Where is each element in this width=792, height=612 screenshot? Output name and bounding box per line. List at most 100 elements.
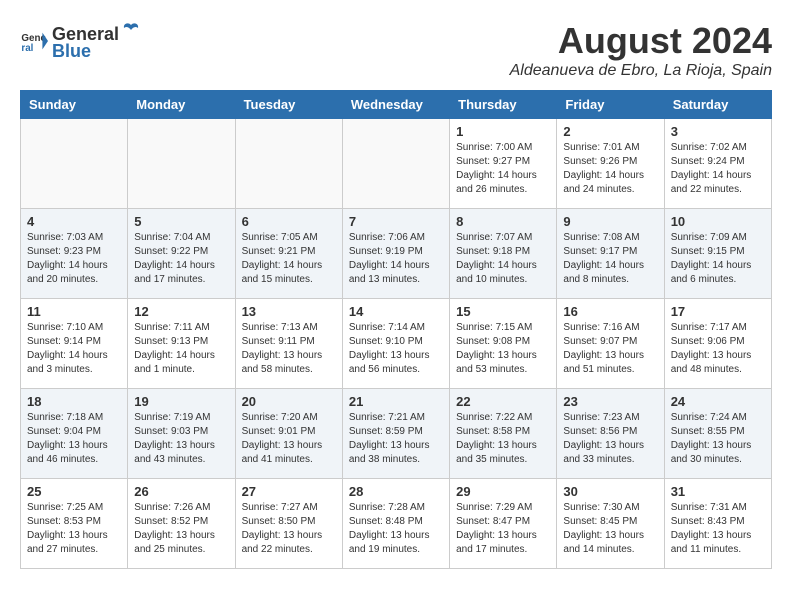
day-info: Sunrise: 7:03 AM Sunset: 9:23 PM Dayligh… [27, 231, 121, 287]
calendar-cell: 18Sunrise: 7:18 AM Sunset: 9:04 PM Dayli… [21, 389, 128, 479]
calendar-cell: 27Sunrise: 7:27 AM Sunset: 8:50 PM Dayli… [235, 479, 342, 569]
day-number: 25 [27, 484, 121, 499]
day-info: Sunrise: 7:07 AM Sunset: 9:18 PM Dayligh… [456, 231, 550, 287]
calendar-table: SundayMondayTuesdayWednesdayThursdayFrid… [20, 90, 772, 569]
page-header: Gene ral General Blue August 2024 Aldean… [20, 20, 772, 80]
day-info: Sunrise: 7:26 AM Sunset: 8:52 PM Dayligh… [134, 501, 228, 557]
day-number: 28 [349, 484, 443, 499]
day-info: Sunrise: 7:29 AM Sunset: 8:47 PM Dayligh… [456, 501, 550, 557]
day-number: 16 [563, 304, 657, 319]
calendar-cell: 14Sunrise: 7:14 AM Sunset: 9:10 PM Dayli… [342, 299, 449, 389]
calendar-cell [128, 119, 235, 209]
calendar-cell: 30Sunrise: 7:30 AM Sunset: 8:45 PM Dayli… [557, 479, 664, 569]
logo: Gene ral General Blue [20, 20, 143, 62]
day-number: 22 [456, 394, 550, 409]
day-number: 26 [134, 484, 228, 499]
calendar-cell: 3 Sunrise: 7:02 AM Sunset: 9:24 PM Daylig… [664, 119, 771, 209]
day-number: 11 [27, 304, 121, 319]
calendar-cell: 7 Sunrise: 7:06 AM Sunset: 9:19 PM Daylig… [342, 209, 449, 299]
day-info: Sunrise: 7:25 AM Sunset: 8:53 PM Dayligh… [27, 501, 121, 557]
day-info: Sunrise: 7:28 AM Sunset: 8:48 PM Dayligh… [349, 501, 443, 557]
calendar-cell: 26 Sunrise: 7:26 AM Sunset: 8:52 PM Dayli… [128, 479, 235, 569]
week-row-4: 18Sunrise: 7:18 AM Sunset: 9:04 PM Dayli… [21, 389, 772, 479]
day-number: 12 [134, 304, 228, 319]
day-number: 30 [563, 484, 657, 499]
day-number: 4 [27, 214, 121, 229]
calendar-cell: 24 Sunrise: 7:24 AM Sunset: 8:55 PM Dayli… [664, 389, 771, 479]
day-info: Sunrise: 7:27 AM Sunset: 8:50 PM Dayligh… [242, 501, 336, 557]
calendar-cell: 9 Sunrise: 7:08 AM Sunset: 9:17 PM Daylig… [557, 209, 664, 299]
day-number: 7 [349, 214, 443, 229]
month-title: August 2024 [510, 20, 772, 62]
day-number: 17 [671, 304, 765, 319]
day-info: Sunrise: 7:19 AM Sunset: 9:03 PM Dayligh… [134, 411, 228, 467]
weekday-header-sunday: Sunday [21, 91, 128, 119]
calendar-cell [21, 119, 128, 209]
day-info: Sunrise: 7:21 AM Sunset: 8:59 PM Dayligh… [349, 411, 443, 467]
day-number: 8 [456, 214, 550, 229]
calendar-cell: 23Sunrise: 7:23 AM Sunset: 8:56 PM Dayli… [557, 389, 664, 479]
day-info: Sunrise: 7:09 AM Sunset: 9:15 PM Dayligh… [671, 231, 765, 287]
calendar-cell: 29 Sunrise: 7:29 AM Sunset: 8:47 PM Dayli… [450, 479, 557, 569]
calendar-cell: 25 Sunrise: 7:25 AM Sunset: 8:53 PM Dayli… [21, 479, 128, 569]
weekday-header-monday: Monday [128, 91, 235, 119]
calendar-cell: 2Sunrise: 7:01 AM Sunset: 9:26 PM Daylig… [557, 119, 664, 209]
day-info: Sunrise: 7:08 AM Sunset: 9:17 PM Dayligh… [563, 231, 657, 287]
day-info: Sunrise: 7:11 AM Sunset: 9:13 PM Dayligh… [134, 321, 228, 377]
day-number: 18 [27, 394, 121, 409]
day-info: Sunrise: 7:13 AM Sunset: 9:11 PM Dayligh… [242, 321, 336, 377]
logo-icon: Gene ral [20, 27, 48, 55]
calendar-cell: 21Sunrise: 7:21 AM Sunset: 8:59 PM Dayli… [342, 389, 449, 479]
day-number: 15 [456, 304, 550, 319]
day-number: 1 [456, 124, 550, 139]
day-info: Sunrise: 7:22 AM Sunset: 8:58 PM Dayligh… [456, 411, 550, 467]
calendar-cell: 17 Sunrise: 7:17 AM Sunset: 9:06 PM Dayli… [664, 299, 771, 389]
calendar-cell: 13 Sunrise: 7:13 AM Sunset: 9:11 PM Dayli… [235, 299, 342, 389]
calendar-cell: 31 Sunrise: 7:31 AM Sunset: 8:43 PM Dayli… [664, 479, 771, 569]
day-info: Sunrise: 7:24 AM Sunset: 8:55 PM Dayligh… [671, 411, 765, 467]
day-info: Sunrise: 7:02 AM Sunset: 9:24 PM Dayligh… [671, 141, 765, 197]
day-number: 13 [242, 304, 336, 319]
weekday-header-friday: Friday [557, 91, 664, 119]
day-info: Sunrise: 7:17 AM Sunset: 9:06 PM Dayligh… [671, 321, 765, 377]
week-row-5: 25 Sunrise: 7:25 AM Sunset: 8:53 PM Dayli… [21, 479, 772, 569]
calendar-cell: 28 Sunrise: 7:28 AM Sunset: 8:48 PM Dayli… [342, 479, 449, 569]
week-row-3: 11 Sunrise: 7:10 AM Sunset: 9:14 PM Dayli… [21, 299, 772, 389]
calendar-cell [342, 119, 449, 209]
day-number: 9 [563, 214, 657, 229]
day-info: Sunrise: 7:16 AM Sunset: 9:07 PM Dayligh… [563, 321, 657, 377]
day-number: 19 [134, 394, 228, 409]
day-number: 31 [671, 484, 765, 499]
day-info: Sunrise: 7:06 AM Sunset: 9:19 PM Dayligh… [349, 231, 443, 287]
calendar-cell: 4 Sunrise: 7:03 AM Sunset: 9:23 PM Daylig… [21, 209, 128, 299]
day-number: 20 [242, 394, 336, 409]
weekday-header-saturday: Saturday [664, 91, 771, 119]
day-number: 6 [242, 214, 336, 229]
day-number: 24 [671, 394, 765, 409]
day-info: Sunrise: 7:05 AM Sunset: 9:21 PM Dayligh… [242, 231, 336, 287]
day-info: Sunrise: 7:20 AM Sunset: 9:01 PM Dayligh… [242, 411, 336, 467]
week-row-1: 1 Sunrise: 7:00 AM Sunset: 9:27 PM Daylig… [21, 119, 772, 209]
day-info: Sunrise: 7:10 AM Sunset: 9:14 PM Dayligh… [27, 321, 121, 377]
day-number: 2 [563, 124, 657, 139]
day-number: 5 [134, 214, 228, 229]
calendar-cell: 11 Sunrise: 7:10 AM Sunset: 9:14 PM Dayli… [21, 299, 128, 389]
logo-bird-icon [121, 20, 141, 40]
day-info: Sunrise: 7:04 AM Sunset: 9:22 PM Dayligh… [134, 231, 228, 287]
title-area: August 2024 Aldeanueva de Ebro, La Rioja… [510, 20, 772, 80]
weekday-header-wednesday: Wednesday [342, 91, 449, 119]
calendar-cell: 1 Sunrise: 7:00 AM Sunset: 9:27 PM Daylig… [450, 119, 557, 209]
day-info: Sunrise: 7:31 AM Sunset: 8:43 PM Dayligh… [671, 501, 765, 557]
weekday-header-row: SundayMondayTuesdayWednesdayThursdayFrid… [21, 91, 772, 119]
calendar-cell: 8 Sunrise: 7:07 AM Sunset: 9:18 PM Daylig… [450, 209, 557, 299]
day-number: 29 [456, 484, 550, 499]
day-number: 3 [671, 124, 765, 139]
day-number: 14 [349, 304, 443, 319]
calendar-cell: 19 Sunrise: 7:19 AM Sunset: 9:03 PM Dayli… [128, 389, 235, 479]
location-subtitle: Aldeanueva de Ebro, La Rioja, Spain [510, 62, 772, 80]
calendar-cell: 20 Sunrise: 7:20 AM Sunset: 9:01 PM Dayli… [235, 389, 342, 479]
logo-text: General Blue [52, 20, 143, 62]
day-info: Sunrise: 7:15 AM Sunset: 9:08 PM Dayligh… [456, 321, 550, 377]
calendar-cell: 6 Sunrise: 7:05 AM Sunset: 9:21 PM Daylig… [235, 209, 342, 299]
day-info: Sunrise: 7:00 AM Sunset: 9:27 PM Dayligh… [456, 141, 550, 197]
